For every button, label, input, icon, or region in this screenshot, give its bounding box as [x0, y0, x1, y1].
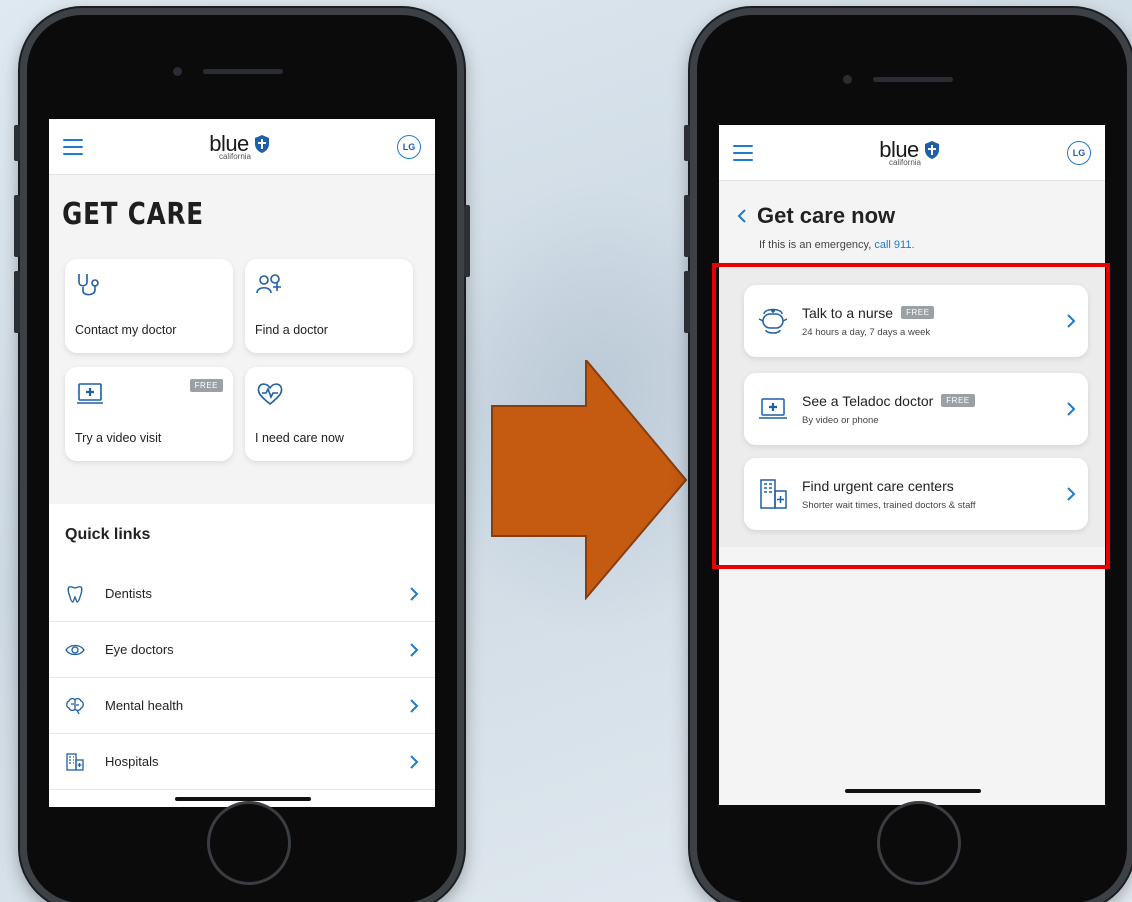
card-subtitle: 24 hours a day, 7 days a week: [802, 326, 931, 338]
phone-right: blue california LG Get care now If this …: [684, 8, 1132, 902]
quick-link-label: Mental health: [105, 698, 184, 713]
tile-label: Try a video visit: [75, 431, 162, 445]
phone-left: blue california LG GET CARE Contact my d…: [14, 8, 470, 902]
chevron-right-icon: [410, 698, 419, 713]
volume-up-button: [684, 195, 690, 257]
care-tile-grid: Contact my doctor Find a doctor FREE Try…: [49, 259, 435, 461]
blue-shield-logo: blue california: [879, 138, 941, 167]
power-button: [464, 205, 470, 277]
tile-try-a-video-visit[interactable]: FREE Try a video visit: [65, 367, 233, 461]
heart-pulse-icon: [257, 383, 283, 406]
earpiece-speaker: [203, 69, 283, 74]
tooth-icon: [67, 585, 83, 603]
user-avatar[interactable]: LG: [397, 134, 421, 159]
volume-down-button: [14, 271, 20, 333]
stethoscope-icon: [78, 274, 99, 296]
card-subtitle: Shorter wait times, trained doctors & st…: [802, 499, 976, 511]
video-visit-icon: [759, 398, 787, 419]
home-indicator[interactable]: [845, 789, 981, 793]
doctor-search-icon: [256, 274, 281, 294]
front-camera: [843, 75, 852, 84]
free-badge: FREE: [189, 379, 223, 392]
right-screen: blue california LG Get care now If this …: [719, 125, 1105, 805]
card-find-urgent-care-centers[interactable]: Find urgent care centers Shorter wait ti…: [744, 458, 1088, 530]
quick-link-dentists[interactable]: Dentists: [49, 566, 435, 622]
quick-link-label: Dentists: [105, 586, 152, 601]
tile-label: Find a doctor: [255, 323, 328, 337]
shield-icon: [254, 134, 269, 153]
chevron-right-icon: [1067, 314, 1076, 328]
chevron-right-icon: [1067, 487, 1076, 501]
quick-link-label: Eye doctors: [105, 642, 174, 657]
shield-icon: [924, 140, 939, 159]
user-avatar[interactable]: LG: [1067, 140, 1091, 165]
chevron-right-icon: [410, 642, 419, 657]
front-camera: [173, 67, 182, 76]
back-chevron-icon[interactable]: [737, 209, 747, 223]
card-subtitle: By video or phone: [802, 414, 879, 426]
building-icon: [760, 479, 787, 509]
card-title: See a Teladoc doctor: [802, 392, 934, 409]
volume-down-button: [684, 271, 690, 333]
chevron-right-icon: [410, 754, 419, 769]
free-badge: FREE: [941, 394, 975, 407]
tile-label: I need care now: [255, 431, 344, 445]
home-button[interactable]: [877, 801, 961, 885]
tile-find-a-doctor[interactable]: Find a doctor: [245, 259, 413, 353]
quick-link-label: Hospitals: [105, 754, 159, 769]
blue-shield-logo: blue california: [209, 132, 271, 161]
tile-contact-my-doctor[interactable]: Contact my doctor: [65, 259, 233, 353]
eye-icon: [65, 644, 85, 655]
card-see-a-teladoc-doctor[interactable]: See a Teladoc doctor FREE By video or ph…: [744, 373, 1088, 445]
app-header: blue california LG: [719, 125, 1105, 181]
left-screen: blue california LG GET CARE Contact my d…: [49, 119, 435, 807]
page-title: Get care now: [757, 203, 896, 228]
card-title: Find urgent care centers: [802, 477, 954, 494]
free-badge: FREE: [901, 306, 935, 319]
transition-arrow: [491, 360, 688, 600]
earpiece-speaker: [873, 77, 953, 82]
volume-up-button: [14, 195, 20, 257]
tile-i-need-care-now[interactable]: I need care now: [245, 367, 413, 461]
tile-label: Contact my doctor: [75, 323, 177, 337]
brain-icon: [66, 697, 84, 714]
quick-link-mental-health[interactable]: Mental health: [49, 678, 435, 734]
video-visit-icon: [77, 383, 103, 404]
emergency-text: If this is an emergency,: [759, 239, 872, 251]
arrow-shape: [491, 360, 688, 600]
quick-link-eye-doctors[interactable]: Eye doctors: [49, 622, 435, 678]
hospital-icon: [66, 752, 84, 771]
call-911-link[interactable]: call 911.: [874, 239, 914, 251]
hamburger-menu-icon[interactable]: [733, 144, 753, 161]
logo-subtitle: california: [888, 157, 921, 167]
chevron-right-icon: [410, 586, 419, 601]
emergency-notice: If this is an emergency, call 911.: [719, 229, 1105, 251]
quick-link-hospitals[interactable]: Hospitals: [49, 734, 435, 790]
card-title: Talk to a nurse: [802, 304, 894, 321]
nurse-icon: [758, 308, 788, 334]
mute-switch: [14, 125, 20, 161]
quick-links-title: Quick links: [65, 526, 151, 543]
page-header-row: Get care now: [719, 181, 1105, 229]
mute-switch: [684, 125, 690, 161]
app-header: blue california LG: [49, 119, 435, 175]
chevron-right-icon: [1067, 402, 1076, 416]
hamburger-menu-icon[interactable]: [63, 138, 83, 155]
card-talk-to-a-nurse[interactable]: Talk to a nurse FREE 24 hours a day, 7 d…: [744, 285, 1088, 357]
quick-links-section: Quick links Dentists Eye doctors Mental …: [49, 504, 435, 807]
logo-subtitle: california: [218, 151, 251, 161]
home-button[interactable]: [207, 801, 291, 885]
page-title: GET CARE: [62, 197, 204, 232]
